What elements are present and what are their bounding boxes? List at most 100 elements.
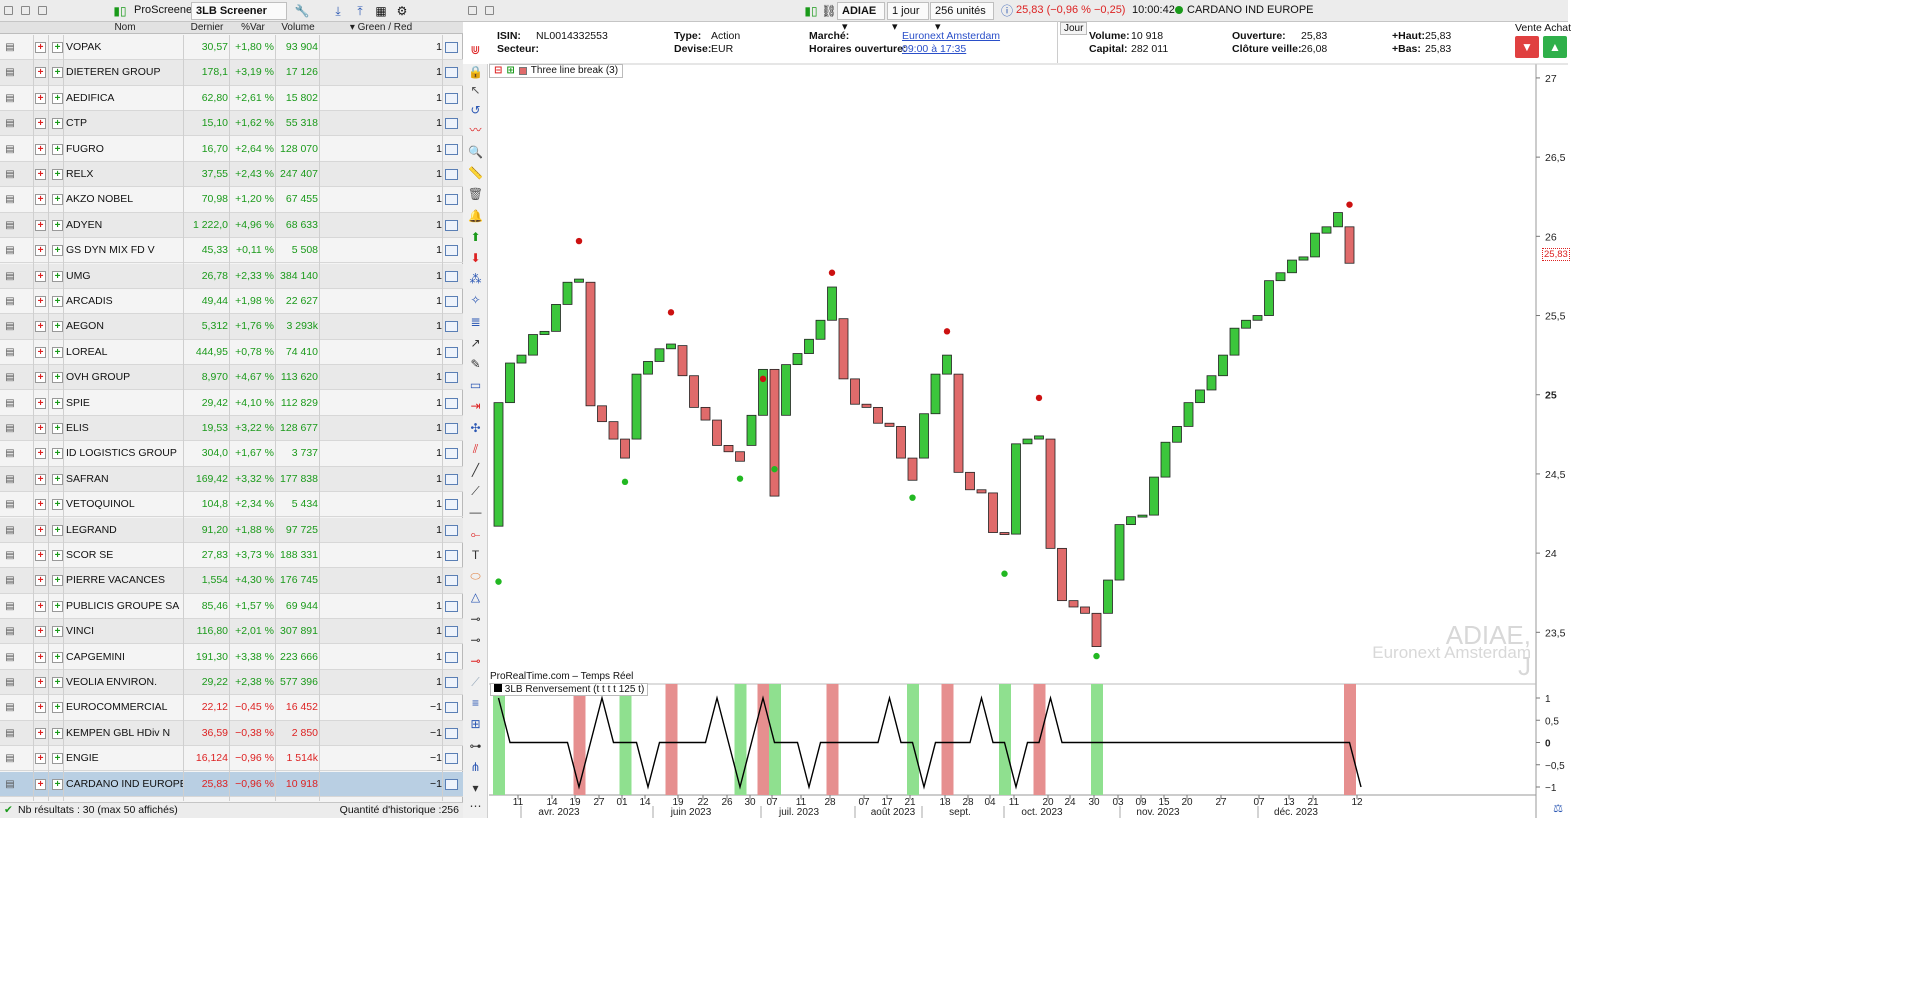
table-row[interactable]: ▤ + + LOREAL 444,95 +0,78 % 74 410 1 — [0, 340, 463, 366]
add-icon[interactable]: + — [52, 651, 63, 663]
add-icon[interactable]: + — [52, 372, 63, 384]
open-chart-icon[interactable] — [445, 372, 458, 384]
remove-icon[interactable]: + — [35, 118, 46, 130]
open-chart-icon[interactable] — [445, 600, 458, 612]
table-row[interactable]: ▤ + + LEGRAND 91,20 +1,88 % 97 725 1 — [0, 517, 463, 543]
open-chart-icon[interactable] — [445, 143, 458, 155]
open-chart-icon[interactable] — [445, 169, 458, 180]
col-name[interactable]: Nom — [66, 22, 184, 34]
table-row[interactable]: ▤ + + AKZO NOBEL 70,98 +1,20 % 67 455 1 — [0, 187, 463, 213]
remove-icon[interactable]: + — [35, 575, 46, 587]
remove-icon[interactable]: + — [35, 524, 46, 536]
add-icon[interactable]: + — [52, 753, 63, 765]
remove-icon[interactable]: + — [35, 143, 46, 155]
open-chart-icon[interactable] — [445, 550, 458, 561]
news-icon[interactable]: ▤ — [3, 137, 17, 162]
remove-icon[interactable]: + — [35, 92, 46, 104]
remove-icon[interactable]: + — [35, 346, 46, 358]
news-icon[interactable]: ▤ — [3, 289, 17, 314]
add-icon[interactable]: + — [52, 499, 63, 511]
table-row[interactable]: ▤ + + VOPAK 30,57 +1,80 % 93 904 1 — [0, 35, 463, 61]
remove-icon[interactable]: + — [35, 499, 46, 511]
wrench-icon[interactable]: 🔧 — [294, 3, 310, 19]
remove-icon[interactable]: + — [35, 270, 46, 282]
news-icon[interactable]: ▤ — [3, 238, 17, 263]
remove-icon[interactable]: + — [35, 245, 46, 257]
table-row[interactable]: ▤ + + PUBLICIS GROUPE SA 85,46 +1,57 % 69 944 1 — [0, 594, 463, 620]
sort-down-icon[interactable]: ⤓ — [330, 3, 346, 19]
open-chart-icon[interactable] — [445, 651, 458, 663]
remove-icon[interactable]: + — [35, 296, 46, 307]
remove-icon[interactable]: + — [35, 651, 46, 663]
remove-icon[interactable]: + — [35, 423, 46, 434]
open-chart-icon[interactable] — [445, 118, 458, 130]
table-row[interactable]: ▤ + + ARCADIS 49,44 +1,98 % 22 627 1 — [0, 289, 463, 315]
grid-view-icon[interactable]: ▦ — [373, 3, 389, 19]
add-icon[interactable]: + — [52, 397, 63, 409]
add-icon[interactable]: + — [52, 524, 63, 536]
news-icon[interactable]: ▤ — [3, 391, 17, 416]
add-icon[interactable]: + — [52, 194, 63, 206]
remove-icon[interactable]: + — [35, 550, 46, 561]
add-icon[interactable]: + — [52, 677, 63, 688]
table-row[interactable]: ▤ + + CAPGEMINI 191,30 +3,38 % 223 666 1 — [0, 645, 463, 670]
add-icon[interactable]: + — [52, 600, 63, 612]
add-icon[interactable]: + — [52, 626, 63, 638]
open-chart-icon[interactable] — [445, 626, 458, 638]
table-row[interactable]: ▤ + + AEGON 5,312 +1,76 % 3 293k 1 — [0, 314, 463, 340]
open-chart-icon[interactable] — [445, 194, 458, 206]
add-icon[interactable]: + — [52, 67, 63, 79]
add-icon[interactable]: + — [52, 448, 63, 460]
add-icon[interactable]: + — [52, 321, 63, 333]
news-icon[interactable]: ▤ — [3, 416, 17, 441]
open-chart-icon[interactable] — [445, 397, 458, 409]
news-icon[interactable]: ▤ — [3, 518, 17, 543]
open-chart-icon[interactable] — [445, 702, 458, 714]
open-chart-icon[interactable] — [445, 524, 458, 536]
open-chart-icon[interactable] — [445, 677, 458, 688]
sort-up-icon[interactable]: ⤒ — [352, 3, 368, 19]
table-row[interactable]: ▤ + + ADYEN 1 222,0 +4,96 % 68 633 1 — [0, 212, 463, 239]
table-row[interactable]: ▤ + + SCOR SE 27,83 +3,73 % 188 331 1 — [0, 543, 463, 569]
remove-icon[interactable]: + — [35, 778, 46, 790]
news-icon[interactable]: ▤ — [3, 772, 17, 797]
add-icon[interactable]: + — [52, 296, 63, 307]
add-icon[interactable]: + — [52, 169, 63, 180]
remove-icon[interactable]: + — [35, 42, 46, 53]
open-chart-icon[interactable] — [445, 473, 458, 485]
news-icon[interactable]: ▤ — [3, 314, 17, 339]
remove-icon[interactable]: + — [35, 448, 46, 460]
open-chart-icon[interactable] — [445, 42, 458, 53]
remove-icon[interactable]: + — [35, 600, 46, 612]
add-icon[interactable]: + — [52, 143, 63, 155]
news-icon[interactable]: ▤ — [3, 441, 17, 466]
open-chart-icon[interactable] — [445, 346, 458, 358]
table-row[interactable]: ▤ + + CTP 15,10 +1,62 % 55 318 1 — [0, 111, 463, 137]
open-chart-icon[interactable] — [445, 270, 458, 282]
table-row[interactable]: ▤ + + OVH GROUP 8,970 +4,67 % 113 620 1 — [0, 365, 463, 391]
table-row[interactable]: ▤ + + ID LOGISTICS GROUP 304,0 +1,67 % 3 737 1 — [0, 441, 463, 467]
indicator-legend[interactable]: ⊟ ⊞ Three line break (3) — [489, 64, 624, 78]
table-row[interactable]: ▤ + + ELIS 19,53 +3,22 % 128 677 1 — [0, 416, 463, 442]
news-icon[interactable]: ▤ — [3, 695, 17, 720]
add-icon[interactable]: + — [52, 270, 63, 282]
open-chart-icon[interactable] — [445, 219, 458, 231]
news-icon[interactable]: ▤ — [3, 86, 17, 111]
table-row[interactable]: ▤ + + PIERRE VACANCES 1,554 +4,30 % 176 745 1 — [0, 568, 463, 594]
news-icon[interactable]: ▤ — [3, 187, 17, 212]
table-row[interactable]: ▤ + + KEMPEN GBL HDiv N 36,59 −0,38 % 2 850 −1 — [0, 720, 463, 747]
remove-icon[interactable]: + — [35, 702, 46, 714]
news-icon[interactable]: ▤ — [3, 492, 17, 517]
add-icon[interactable]: + — [52, 245, 63, 257]
col-var[interactable]: %Var — [230, 22, 276, 34]
open-chart-icon[interactable] — [445, 92, 458, 104]
add-icon[interactable]: + — [52, 778, 63, 790]
remove-icon[interactable]: + — [35, 473, 46, 485]
news-icon[interactable]: ▤ — [3, 162, 17, 187]
remove-icon[interactable]: + — [35, 321, 46, 333]
add-icon[interactable]: + — [52, 473, 63, 485]
sub-indicator-legend[interactable]: 3LB Renversement (t t t t 125 t) — [490, 683, 649, 696]
remove-icon[interactable]: + — [35, 372, 46, 384]
news-icon[interactable]: ▤ — [3, 594, 17, 619]
table-row[interactable]: ▤ + + SPIE 29,42 +4,10 % 112 829 1 — [0, 391, 463, 416]
